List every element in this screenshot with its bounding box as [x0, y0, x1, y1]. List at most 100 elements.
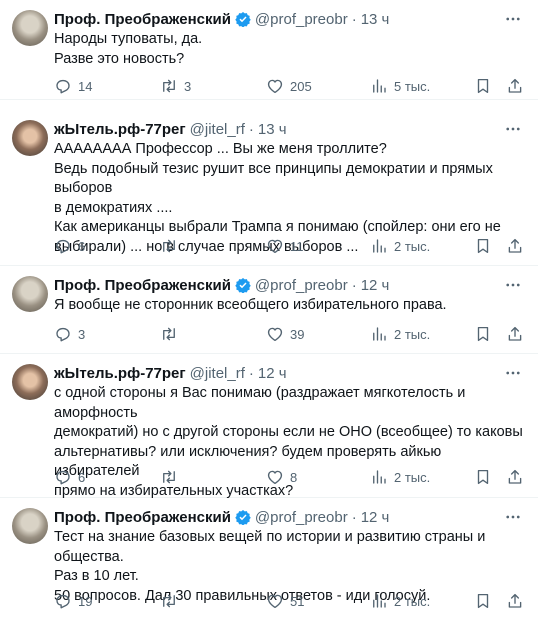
timestamp[interactable]: 13 ч: [258, 121, 287, 138]
like-count: 51: [290, 593, 305, 609]
like-button[interactable]: 205: [266, 77, 312, 95]
retweet-count: 3: [184, 78, 192, 94]
retweet-icon: [163, 470, 175, 484]
views-count: 5 тыс.: [394, 78, 431, 94]
views-chart-icon: [373, 79, 386, 93]
tweet-text: Народы туповаты, да. Разве это новость?: [54, 30, 526, 69]
tweet[interactable]: жЫтель.рф-77рег @jitel_rf · 12 ч с одной…: [0, 354, 538, 499]
more-options-icon[interactable]: [504, 508, 522, 526]
like-count: 8: [290, 469, 298, 485]
separator-dot: ·: [351, 276, 357, 294]
reply-count: 14: [78, 78, 93, 94]
views-count: 2 тыс.: [394, 238, 431, 254]
reply-button[interactable]: 6: [54, 468, 85, 486]
reply-button[interactable]: 14: [54, 77, 92, 95]
tweet-line: Народы туповаты, да.: [54, 31, 203, 47]
reply-icon: [56, 327, 70, 342]
retweet-button[interactable]: [160, 325, 178, 343]
like-button[interactable]: 39: [266, 325, 304, 343]
share-button[interactable]: [506, 468, 524, 486]
separator-dot: ·: [248, 364, 254, 382]
like-count: 205: [290, 78, 312, 94]
tweet-line: в демократиях ....: [54, 199, 173, 216]
bookmark-button[interactable]: [474, 325, 492, 343]
retweet-button[interactable]: [160, 468, 178, 486]
avatar[interactable]: [12, 276, 48, 312]
tweet-line: Я вообще не сторонник всеобщего избирате…: [54, 297, 447, 313]
tweet[interactable]: Проф. Преображенский @prof_preobr · 12 ч…: [0, 266, 538, 354]
author-handle[interactable]: @prof_preobr: [255, 277, 348, 294]
heart-icon: [267, 239, 283, 254]
heart-icon: [267, 470, 283, 485]
author-name[interactable]: жЫтель.рф-77рег: [54, 365, 186, 382]
like-button[interactable]: 8: [266, 468, 297, 486]
views-chart-icon: [373, 470, 386, 484]
reply-button[interactable]: 3: [54, 325, 85, 343]
bookmark-button[interactable]: [474, 468, 492, 486]
avatar[interactable]: [12, 364, 48, 400]
timestamp[interactable]: 13 ч: [361, 11, 390, 28]
share-button[interactable]: [506, 592, 524, 610]
tweet-line: Тест на знание базовых вещей по истории …: [54, 529, 486, 565]
reply-count: 19: [78, 593, 93, 609]
author-name[interactable]: Проф. Преображенский: [54, 277, 231, 294]
retweet-button[interactable]: [160, 592, 178, 610]
tweet-line: Раз в 10 лет.: [54, 568, 139, 584]
reply-button[interactable]: 19: [54, 592, 92, 610]
views-button[interactable]: 2 тыс.: [370, 592, 430, 610]
timestamp[interactable]: 12 ч: [361, 509, 390, 526]
views-button[interactable]: 2 тыс.: [370, 325, 430, 343]
verified-badge-icon: [235, 278, 251, 293]
author-handle[interactable]: @jitel_rf: [190, 365, 245, 382]
tweet[interactable]: Проф. Преображенский @prof_preobr · 12 ч…: [0, 498, 538, 624]
bookmark-icon: [477, 78, 489, 94]
heart-icon: [267, 594, 283, 609]
share-icon: [508, 78, 522, 93]
reply-button[interactable]: 6: [54, 237, 85, 255]
author-name[interactable]: жЫтель.рф-77рег: [54, 121, 186, 138]
avatar[interactable]: [12, 10, 48, 46]
retweet-button[interactable]: [160, 237, 178, 255]
author-handle[interactable]: @jitel_rf: [190, 121, 245, 138]
tweet-line: Как американцы выбрали Трампа я понимаю …: [54, 219, 501, 235]
more-options-icon[interactable]: [504, 10, 522, 28]
share-button[interactable]: [506, 237, 524, 255]
more-options-icon[interactable]: [504, 120, 522, 138]
author-handle[interactable]: @prof_preobr: [255, 509, 348, 526]
views-chart-icon: [373, 594, 386, 608]
timestamp[interactable]: 12 ч: [258, 365, 287, 382]
bookmark-button[interactable]: [474, 237, 492, 255]
more-options-icon[interactable]: [504, 364, 522, 382]
like-button[interactable]: 11: [266, 237, 304, 255]
views-button[interactable]: 2 тыс.: [370, 468, 430, 486]
author-name[interactable]: Проф. Преображенский: [54, 509, 231, 526]
share-button[interactable]: [506, 325, 524, 343]
author-name[interactable]: Проф. Преображенский: [54, 11, 231, 28]
views-chart-icon: [373, 239, 386, 253]
tweet-line: демократий) но с другой стороны если не …: [54, 424, 523, 440]
tweet[interactable]: жЫтель.рф-77рег @jitel_rf · 13 ч ААААААА…: [0, 110, 538, 266]
avatar[interactable]: [12, 120, 48, 156]
avatar[interactable]: [12, 508, 48, 544]
share-button[interactable]: [506, 77, 524, 95]
timestamp[interactable]: 12 ч: [361, 277, 390, 294]
heart-icon: [267, 79, 283, 94]
reply-count: 3: [78, 326, 86, 342]
separator-dot: ·: [351, 10, 357, 28]
reply-icon: [56, 239, 70, 254]
retweet-button[interactable]: 3: [160, 77, 191, 95]
author-handle[interactable]: @prof_preobr: [255, 11, 348, 28]
share-icon: [508, 593, 522, 608]
verified-badge-icon: [235, 510, 251, 525]
bookmark-icon: [477, 469, 489, 485]
bookmark-button[interactable]: [474, 77, 492, 95]
more-options-icon[interactable]: [504, 276, 522, 294]
views-button[interactable]: 2 тыс.: [370, 237, 430, 255]
retweet-icon: [163, 79, 175, 93]
bookmark-button[interactable]: [474, 592, 492, 610]
bookmark-icon: [477, 326, 489, 342]
tweet-line: Разве это новость?: [54, 50, 185, 67]
like-button[interactable]: 51: [266, 592, 304, 610]
tweet[interactable]: Проф. Преображенский @prof_preobr · 13 ч…: [0, 0, 538, 100]
views-button[interactable]: 5 тыс.: [370, 77, 430, 95]
